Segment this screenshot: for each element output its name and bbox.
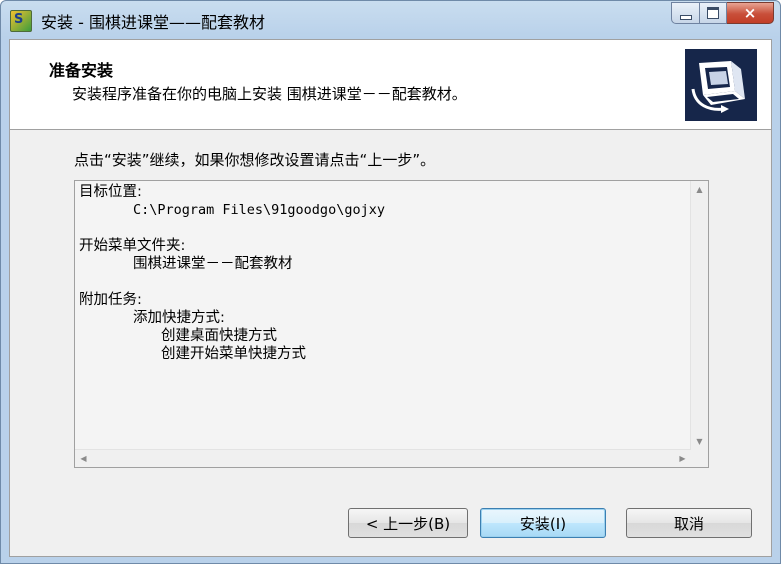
scroll-corner xyxy=(691,450,708,467)
page-title: 准备安装 xyxy=(49,61,114,80)
wizard-body: 准备安装 安装程序准备在你的电脑上安装 围棋进课堂－－配套教材。 点击“安装”继… xyxy=(9,39,772,557)
maximize-icon xyxy=(707,7,719,19)
installer-logo-icon xyxy=(685,49,757,121)
install-button[interactable]: 安装(I) xyxy=(480,508,606,538)
app-icon-glyph: S xyxy=(14,12,24,27)
page-subtitle: 安装程序准备在你的电脑上安装 围棋进课堂－－配套教材。 xyxy=(72,85,467,103)
close-icon: × xyxy=(743,3,757,22)
start-menu-label: 开始菜单文件夹: xyxy=(79,238,186,254)
back-button[interactable]: < 上一步(B) xyxy=(348,508,468,538)
tasks-label: 附加任务: xyxy=(79,292,142,308)
scroll-left-arrow-icon[interactable]: ◀ xyxy=(75,450,92,467)
close-button[interactable]: × xyxy=(727,2,774,24)
task-start-menu-shortcut: 创建开始菜单快捷方式 xyxy=(161,346,306,362)
horizontal-scrollbar[interactable]: ◀ ▶ xyxy=(75,449,691,467)
title-bar[interactable]: S 安装 - 围棋进课堂——配套教材 × xyxy=(1,1,780,39)
dest-label: 目标位置: xyxy=(79,184,142,200)
dest-value: C:\Program Files\91goodgo\gojxy xyxy=(133,202,385,218)
tasks-group: 添加快捷方式: xyxy=(133,310,225,326)
summary-text: 目标位置: C:\Program Files\91goodgo\gojxy 开始… xyxy=(79,183,684,445)
maximize-button[interactable] xyxy=(700,2,727,24)
installer-window: S 安装 - 围棋进课堂——配套教材 × 准备安装 安装程序准备在你的电脑上安装… xyxy=(0,0,781,564)
start-menu-value: 围棋进课堂－－配套教材 xyxy=(133,256,293,272)
window-title: 安装 - 围棋进课堂——配套教材 xyxy=(41,13,265,32)
summary-memo[interactable]: 目标位置: C:\Program Files\91goodgo\gojxy 开始… xyxy=(74,180,709,468)
vertical-scrollbar[interactable]: ▲ ▼ xyxy=(690,181,708,450)
scroll-right-arrow-icon[interactable]: ▶ xyxy=(674,450,691,467)
instruction-text: 点击“安装”继续，如果你想修改设置请点击“上一步”。 xyxy=(74,151,436,169)
minimize-icon xyxy=(679,14,692,20)
wizard-header: 准备安装 安装程序准备在你的电脑上安装 围棋进课堂－－配套教材。 xyxy=(10,40,771,130)
caption-buttons: × xyxy=(671,2,774,24)
scroll-down-arrow-icon[interactable]: ▼ xyxy=(691,433,708,450)
minimize-button[interactable] xyxy=(671,2,700,24)
cancel-button[interactable]: 取消 xyxy=(626,508,752,538)
scroll-up-arrow-icon[interactable]: ▲ xyxy=(691,181,708,198)
task-desktop-shortcut: 创建桌面快捷方式 xyxy=(161,328,277,344)
app-icon[interactable]: S xyxy=(10,10,32,32)
